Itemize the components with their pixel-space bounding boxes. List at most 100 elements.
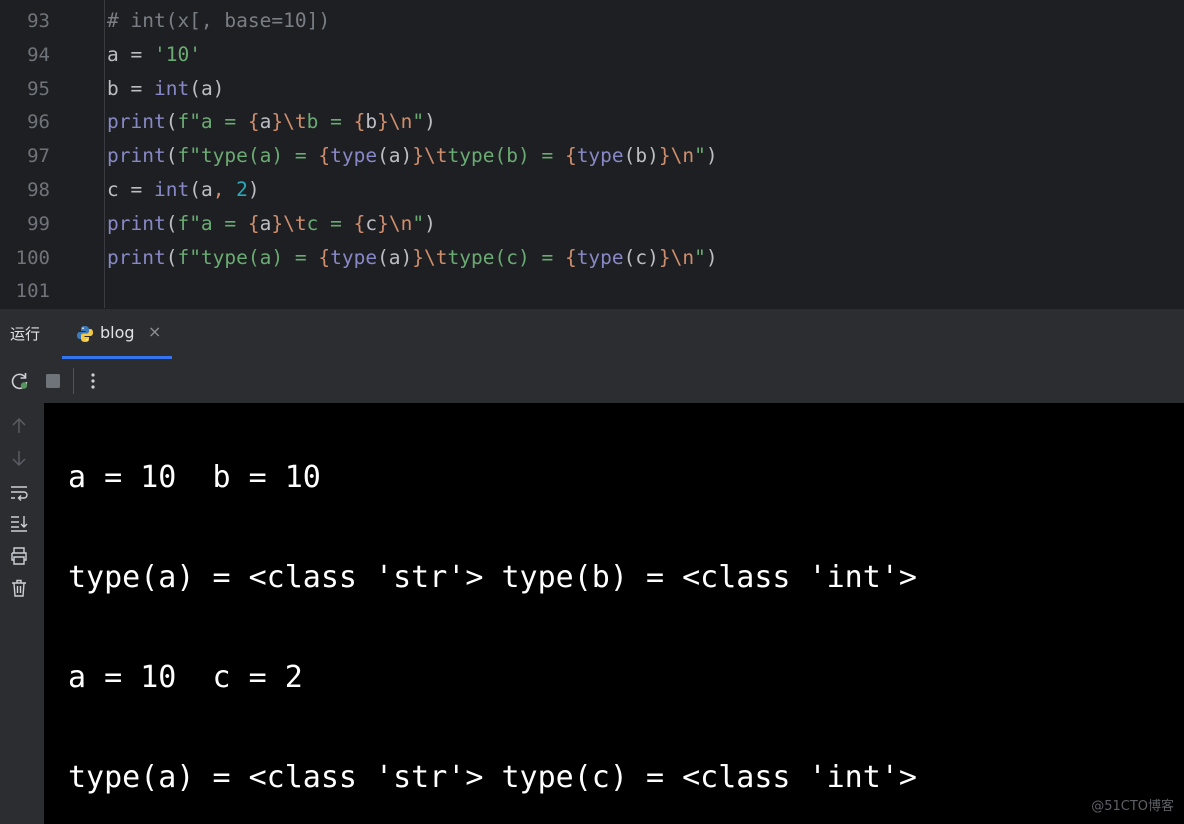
code-token: )	[705, 144, 718, 168]
code-token: int	[153, 178, 190, 201]
code-token: '10'	[153, 42, 201, 66]
code-token: a	[259, 110, 272, 134]
code-token: type	[576, 245, 624, 269]
code-token: {	[318, 144, 331, 168]
more-options-icon[interactable]	[82, 370, 104, 392]
line-number: 94	[27, 43, 50, 66]
code-line: print(f"a = {a}\tc = {c}\n")	[107, 207, 436, 241]
rerun-icon[interactable]	[9, 370, 31, 392]
code-token: }	[412, 144, 425, 168]
code-token: {	[318, 245, 331, 269]
code-token: (a	[189, 178, 213, 201]
code-token: b =	[107, 76, 154, 100]
code-token: {	[353, 110, 366, 134]
code-token: (b)	[623, 144, 659, 168]
code-token: (	[165, 144, 178, 168]
code-line: print(f"type(a) = {type(a)}\ttype(b) = {…	[107, 139, 718, 173]
code-token: type	[576, 144, 624, 168]
code-token: print	[107, 110, 166, 134]
code-token: \t	[283, 110, 307, 134]
run-toolbar	[0, 359, 1184, 403]
code-token: {	[353, 211, 366, 235]
code-token: }	[377, 211, 389, 235]
line-number: 97	[27, 145, 50, 168]
code-token: {	[564, 144, 577, 168]
console-output[interactable]: a = 10 b = 10 type(a) = <class 'str'> ty…	[44, 403, 1184, 824]
code-token: (c)	[623, 245, 659, 269]
code-token: b =	[306, 110, 354, 134]
code-token: f"type(a) =	[177, 144, 319, 168]
code-token: )	[705, 245, 718, 269]
code-token: }	[658, 144, 671, 168]
line-number-gutter: 93 94 95 96 97 98 99 100 101	[0, 0, 105, 308]
stop-icon[interactable]	[42, 370, 64, 392]
code-editor[interactable]: 93 94 95 96 97 98 99 100 101 # int(x[, base=10])…	[0, 0, 1184, 308]
print-icon[interactable]	[9, 546, 29, 566]
line-number: 93	[27, 10, 50, 32]
code-token: \n	[670, 245, 695, 269]
code-token: c =	[306, 211, 354, 235]
line-number: 99	[27, 212, 50, 235]
console-line: type(a) = <class 'str'> type(b) = <class…	[68, 560, 917, 595]
code-token: type	[330, 144, 378, 168]
console-line: type(a) = <class 'str'> type(c) = <class…	[68, 760, 917, 795]
code-token: \t	[424, 144, 448, 168]
code-token: f"a =	[177, 110, 248, 134]
code-token: \t	[283, 211, 307, 235]
code-token: print	[107, 144, 166, 168]
code-token: "	[412, 110, 425, 134]
code-token: type(b) =	[447, 144, 565, 168]
console-side-toolbar	[0, 403, 44, 824]
code-token: )	[424, 211, 436, 235]
code-token: )	[247, 178, 260, 201]
console-line: a = 10 c = 2	[68, 660, 303, 695]
code-token: \t	[424, 245, 448, 269]
scroll-up-icon[interactable]	[9, 416, 29, 436]
code-token: (	[165, 110, 178, 134]
soft-wrap-icon[interactable]	[9, 482, 29, 502]
line-number: 98	[27, 179, 50, 201]
code-line: b = int(a)	[107, 72, 224, 106]
code-line: c = int(a, 2)	[107, 173, 260, 207]
code-token: (a)	[377, 245, 413, 269]
scroll-to-end-icon[interactable]	[9, 513, 29, 533]
code-token: (	[165, 245, 178, 269]
code-token: }	[377, 110, 389, 134]
code-token: "	[694, 144, 706, 168]
code-token: {	[247, 110, 260, 134]
toolbar-separator	[73, 368, 74, 394]
code-token: f"a =	[177, 211, 248, 235]
console-line: a = 10 b = 10	[68, 460, 321, 495]
code-token: "	[412, 211, 425, 235]
watermark: @51CTO博客	[1091, 799, 1174, 814]
scroll-down-icon[interactable]	[9, 448, 29, 468]
code-line: a = '10'	[107, 38, 201, 72]
line-number: 96	[27, 111, 50, 134]
code-token: }	[412, 245, 425, 269]
code-token: a	[259, 211, 272, 235]
close-tab-icon[interactable]: ×	[148, 322, 161, 341]
tab-blog[interactable]: blog ×	[62, 309, 172, 359]
python-icon	[77, 326, 93, 342]
clear-all-icon[interactable]	[9, 578, 29, 598]
code-token: "	[694, 245, 706, 269]
run-panel-title: 运行	[10, 325, 41, 343]
code-token: int	[153, 76, 190, 100]
code-line: print(f"a = {a}\tb = {b}\n")	[107, 105, 436, 139]
code-token: \n	[670, 144, 695, 168]
code-token: ,	[212, 178, 237, 201]
line-number: 101	[15, 280, 50, 303]
code-token: # int(x[, base=10])	[107, 9, 331, 32]
code-token: (a)	[189, 76, 225, 100]
code-token: c	[365, 211, 378, 235]
run-tool-window-header: 运行 blog ×	[0, 308, 1184, 360]
code-token: \n	[388, 110, 413, 134]
code-token: type(c) =	[447, 245, 565, 269]
code-token: )	[424, 110, 436, 134]
code-token: c =	[107, 178, 154, 201]
code-token: }	[271, 211, 284, 235]
code-token: print	[107, 245, 166, 269]
code-token: }	[271, 110, 284, 134]
code-token: \n	[388, 211, 413, 235]
code-token: }	[658, 245, 671, 269]
